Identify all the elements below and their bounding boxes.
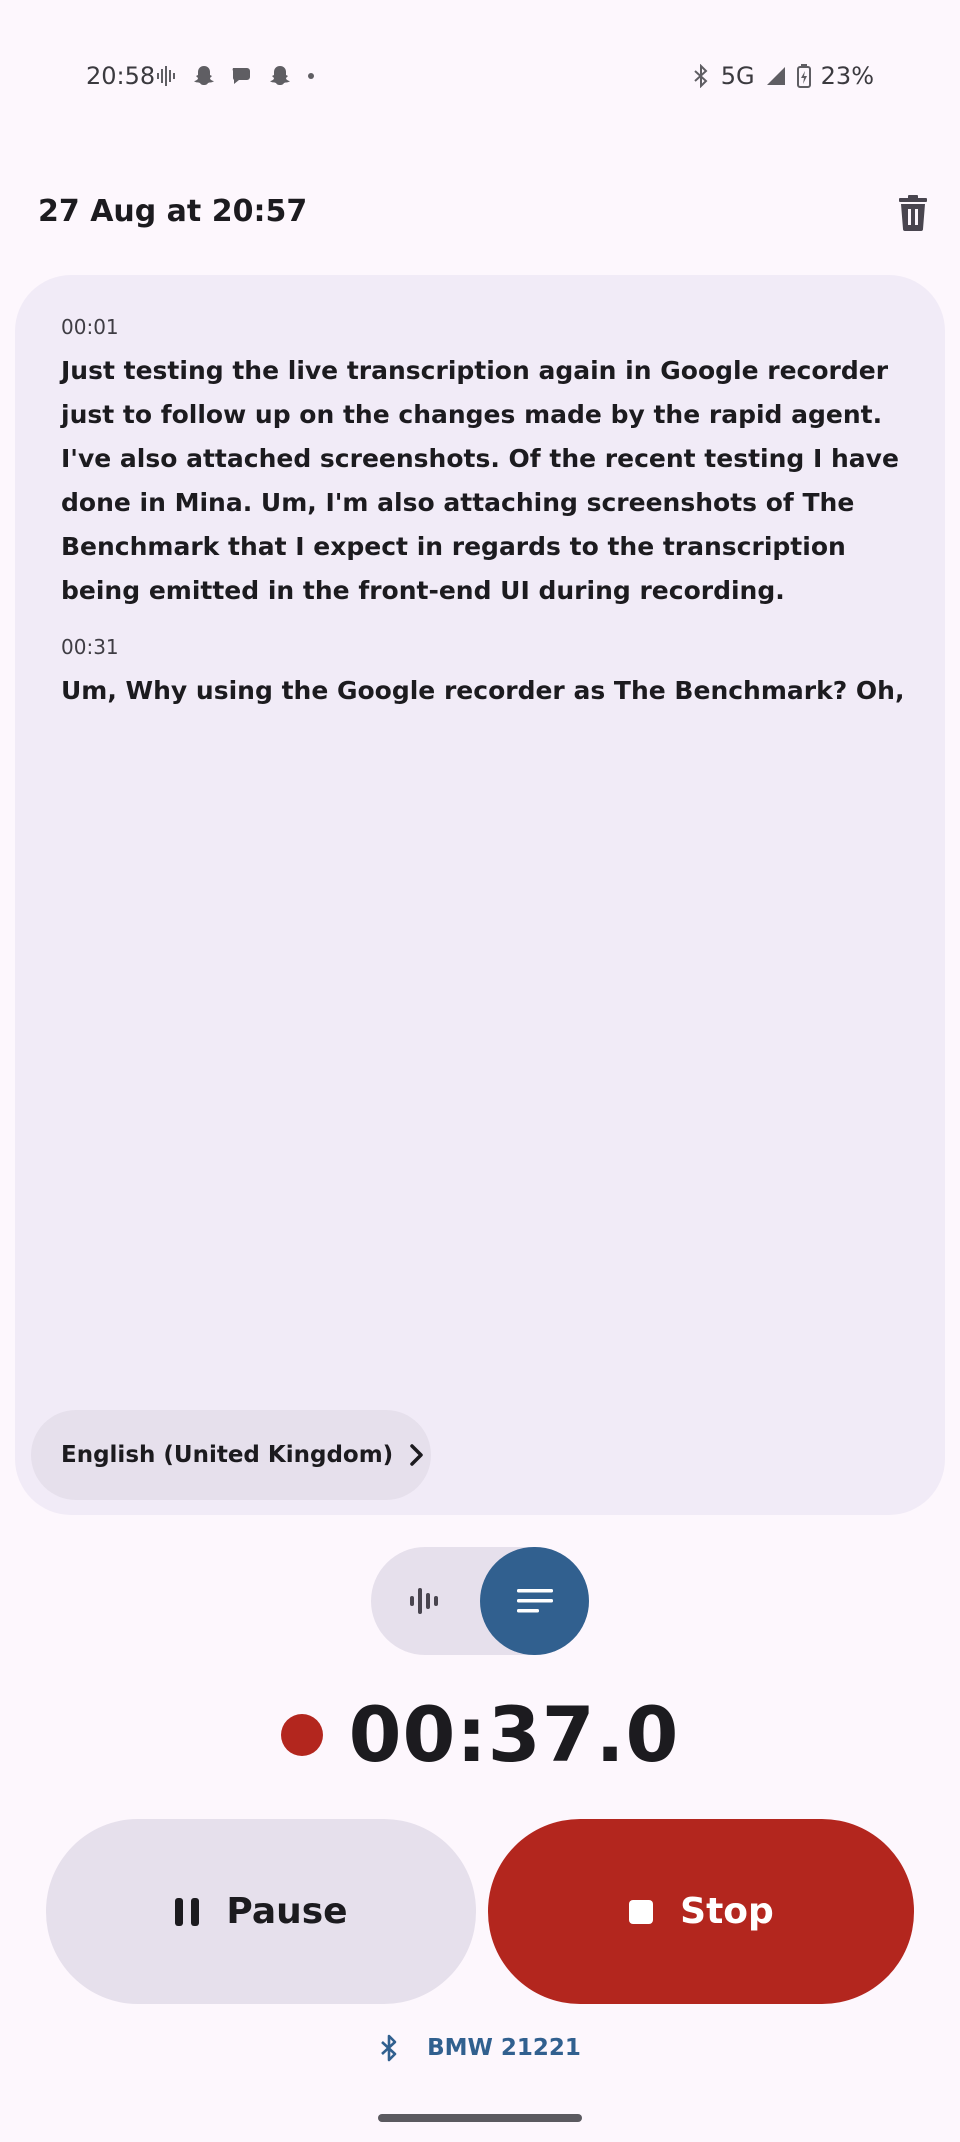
pause-button[interactable]: Pause <box>46 1819 476 2004</box>
elapsed-time: 00:37.0 <box>348 1690 680 1779</box>
trash-icon <box>899 195 927 231</box>
pause-icon <box>175 1897 200 1926</box>
stop-button[interactable]: Stop <box>488 1819 914 2004</box>
segment-text: Just testing the live transcription agai… <box>61 356 899 605</box>
segment-text: Um, Why using the Google recorder as The… <box>61 676 905 705</box>
delete-button[interactable] <box>890 190 936 236</box>
signal-icon <box>766 67 785 85</box>
transcript-segment: 00:01 Just testing the live transcriptio… <box>61 315 911 613</box>
gesture-nav-bar[interactable] <box>378 2114 582 2122</box>
text-lines-icon <box>516 1589 553 1613</box>
chevron-right-icon <box>409 1443 425 1467</box>
language-selector[interactable]: English (United Kingdom) <box>31 1410 431 1500</box>
stop-label: Stop <box>680 1891 774 1932</box>
bluetooth-icon <box>694 64 708 88</box>
pause-label: Pause <box>226 1891 348 1932</box>
recording-timer: 00:37.0 <box>0 1690 960 1779</box>
waveform-icon <box>410 1588 438 1614</box>
transcript-segment: 00:31 Um, Why using the Google recorder … <box>61 635 911 713</box>
bluetooth-device: BMW 21221 <box>0 2034 960 2062</box>
language-label: English (United Kingdom) <box>61 1442 394 1468</box>
transcript-card: 00:01 Just testing the live transcriptio… <box>15 275 945 1515</box>
recording-indicator-icon <box>280 1713 323 1756</box>
bluetooth-device-name: BMW 21221 <box>427 2035 581 2061</box>
notification-icons <box>156 64 316 88</box>
battery-icon <box>796 64 811 88</box>
status-bar: 20:58 5G 23% <box>0 0 960 156</box>
battery-level: 23% <box>820 62 874 90</box>
sound-wave-icon <box>157 66 175 86</box>
recording-title: 27 Aug at 20:57 <box>38 194 308 229</box>
status-right: 5G 23% <box>691 62 874 90</box>
view-toggle <box>371 1547 589 1655</box>
snapchat-icon <box>270 66 290 85</box>
bluetooth-icon <box>381 2034 397 2062</box>
transcript-view-button[interactable] <box>480 1547 589 1655</box>
snapchat-icon <box>194 66 214 85</box>
segment-timestamp: 00:31 <box>61 635 119 659</box>
waveform-view-button[interactable] <box>371 1547 479 1655</box>
segment-timestamp: 00:01 <box>61 315 119 339</box>
more-notifications-dot-icon <box>308 73 314 79</box>
status-time: 20:58 <box>86 62 156 90</box>
chat-icon <box>232 68 250 84</box>
stop-icon <box>629 1899 654 1924</box>
network-type: 5G <box>720 62 755 90</box>
